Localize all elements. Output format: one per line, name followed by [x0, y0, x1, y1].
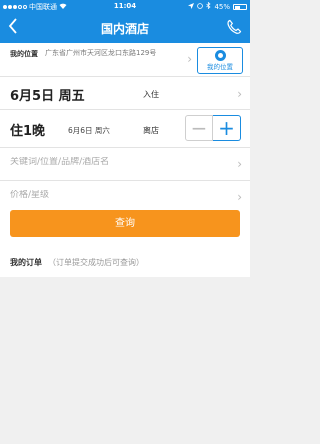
keyword-input[interactable] [10, 157, 210, 167]
status-bar: 中国联通 11:04 45% [0, 0, 250, 13]
chevron-right-icon: › [187, 52, 192, 66]
chevron-right-icon: › [237, 87, 242, 101]
increase-nights-button[interactable]: + [213, 115, 241, 141]
alarm-icon [197, 2, 204, 11]
battery-icon [233, 3, 247, 10]
location-arrow-icon [188, 2, 195, 11]
bluetooth-icon [206, 1, 211, 11]
decrease-nights-button[interactable]: − [185, 115, 213, 141]
location-row[interactable]: 我的位置 广东省广州市天河区龙口东路129号 › 我的位置 [0, 43, 250, 77]
nights-count: 住1晚 [10, 124, 46, 139]
search-form: 我的位置 广东省广州市天河区龙口东路129号 › 我的位置 6月5日 周五 入住… [0, 43, 250, 277]
my-location-button-label: 我的位置 [207, 63, 233, 71]
nights-stepper: − + [185, 115, 241, 141]
locate-icon [215, 50, 226, 61]
page-title: 国内酒店 [100, 22, 149, 36]
my-orders-hint: （订单提交成功后可查询） [48, 258, 144, 267]
my-orders-title: 我的订单 [10, 258, 42, 267]
my-location-button[interactable]: 我的位置 [197, 47, 243, 74]
nav-bar: 国内酒店 [0, 13, 250, 43]
checkin-date: 6月5日 周五 [10, 89, 85, 104]
location-address: 广东省广州市天河区龙口东路129号 [45, 49, 157, 57]
checkout-tag: 离店 [143, 126, 159, 135]
battery-percent: 45% [214, 2, 230, 11]
chevron-right-icon: › [237, 157, 242, 171]
keyword-row: › [0, 148, 250, 181]
my-orders[interactable]: 我的订单 （订单提交成功后可查询） [10, 257, 144, 268]
checkin-row[interactable]: 6月5日 周五 入住 › [0, 77, 250, 110]
checkout-row[interactable]: 住1晚 6月6日 周六 离店 − + [0, 110, 250, 148]
status-right: 45% [188, 1, 247, 11]
phone-icon[interactable] [226, 19, 242, 35]
checkout-date: 6月6日 周六 [68, 126, 110, 135]
search-button[interactable]: 查询 [10, 210, 240, 237]
checkin-tag: 入住 [143, 90, 159, 99]
price-star-input[interactable] [10, 190, 210, 200]
chevron-right-icon: › [237, 190, 242, 204]
